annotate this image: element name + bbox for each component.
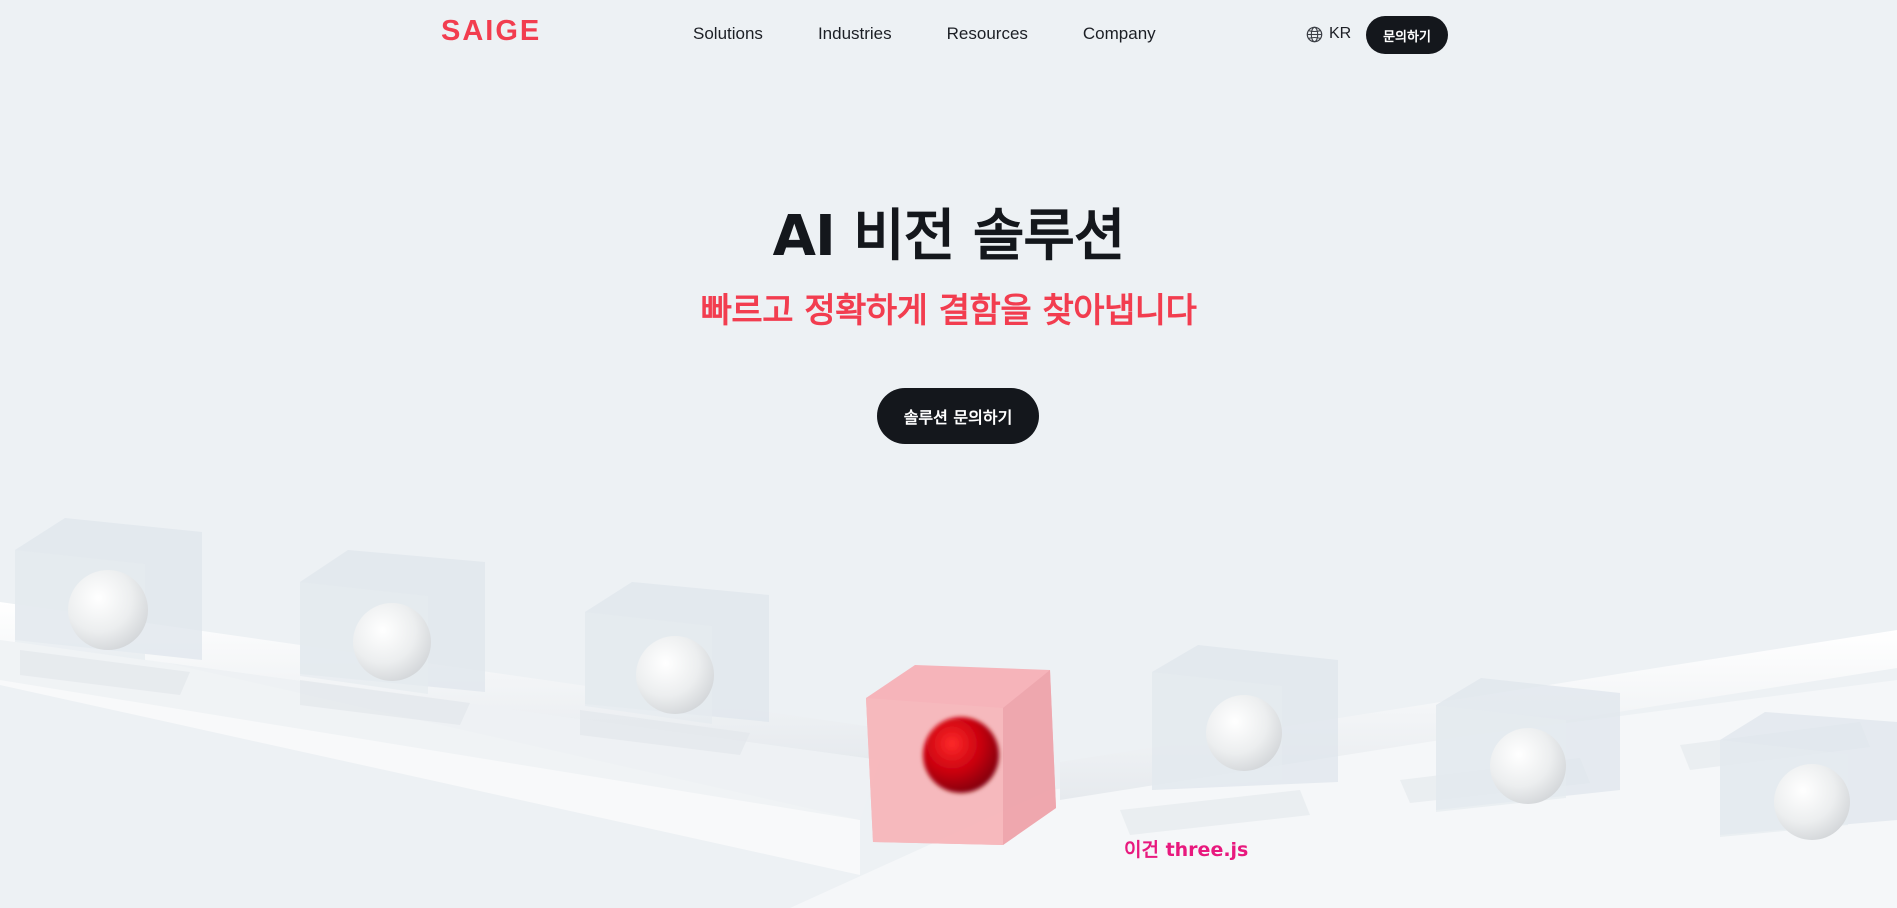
solution-inquiry-button[interactable]: 솔루션 문의하기: [877, 388, 1039, 444]
product-box: [1436, 678, 1620, 812]
saige-logo[interactable]: SAIGE: [441, 16, 541, 46]
defect-cube: [866, 665, 1056, 845]
product-box: [15, 518, 202, 660]
contact-button[interactable]: 문의하기: [1366, 16, 1448, 54]
nav-item-industries[interactable]: Industries: [818, 22, 892, 46]
hero-subtitle: 빠르고 정확하게 결함을 찾아냅니다: [700, 291, 1197, 331]
conveyor-scene: [0, 490, 1897, 908]
hero-title: AI 비전 솔루션: [772, 204, 1126, 269]
site-header: SAIGE Solutions Industries Resources Com…: [0, 0, 1897, 70]
nav-item-solutions[interactable]: Solutions: [693, 22, 763, 46]
product-box: [1720, 712, 1897, 840]
globe-icon: [1306, 26, 1323, 43]
language-selector[interactable]: KR: [1306, 22, 1351, 46]
product-box: [300, 550, 485, 694]
nav-item-company[interactable]: Company: [1083, 22, 1156, 46]
product-box: [1152, 645, 1338, 790]
language-label: KR: [1329, 25, 1352, 42]
product-box: [585, 582, 769, 724]
main-nav: Solutions Industries Resources Company: [693, 22, 1156, 46]
scene-caption: 이건 three.js: [1124, 839, 1249, 861]
nav-item-resources[interactable]: Resources: [947, 22, 1028, 46]
